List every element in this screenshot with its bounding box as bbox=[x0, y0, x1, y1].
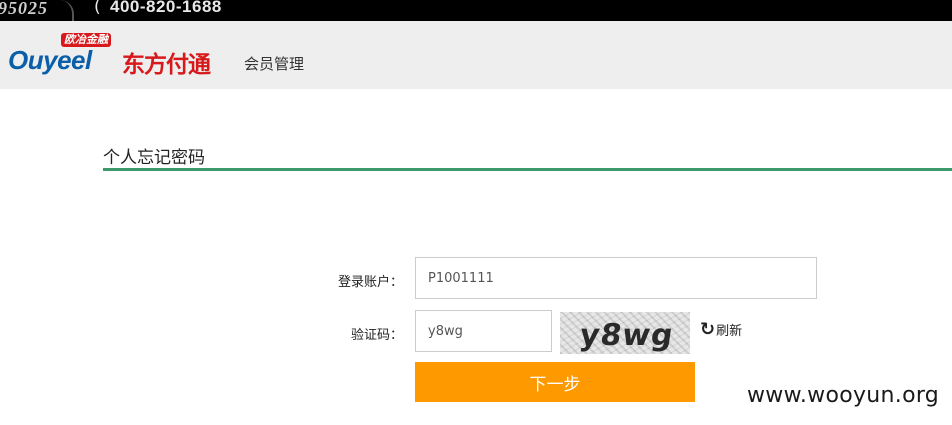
header-subtitle: 会员管理 bbox=[244, 55, 305, 73]
captcha-label: 验证码： bbox=[350, 328, 403, 343]
account-input[interactable]: P1001111 bbox=[415, 257, 817, 299]
captcha-image[interactable]: y8wg bbox=[560, 312, 690, 354]
refresh-label: 刷新 bbox=[716, 324, 743, 339]
logo-brand: 东方付通 bbox=[122, 52, 211, 78]
logo-badge: 欧冶金融 bbox=[61, 33, 111, 47]
logo-latin: Ouyeel bbox=[8, 45, 92, 75]
decorative-swoosh bbox=[60, 0, 74, 21]
refresh-captcha-button[interactable]: ↻ 刷新 bbox=[700, 320, 742, 339]
refresh-icon: ↻ bbox=[700, 318, 716, 340]
account-value: P1001111 bbox=[428, 270, 494, 286]
next-step-button[interactable]: 下一步 bbox=[415, 362, 695, 402]
page-title: 个人忘记密码 bbox=[103, 148, 205, 168]
captcha-input-value: y8wg bbox=[428, 323, 463, 339]
captcha-input[interactable]: y8wg bbox=[415, 310, 552, 352]
phone-icon: ( bbox=[94, 0, 101, 17]
logo[interactable]: Ouyeel 欧冶金融 东方付通 会员管理 bbox=[8, 31, 308, 81]
title-divider bbox=[103, 168, 952, 171]
account-label: 登录账户： bbox=[337, 275, 403, 290]
watermark: www.wooyun.org bbox=[747, 383, 940, 408]
header: Ouyeel 欧冶金融 东方付通 会员管理 bbox=[0, 21, 952, 89]
captcha-image-text: y8wg bbox=[577, 318, 677, 353]
hotline-number: 400-820-1688 bbox=[110, 0, 222, 16]
top-bar: 95025 ( 400-820-1688 bbox=[0, 0, 952, 21]
hotline-short-number: 95025 bbox=[0, 0, 48, 18]
